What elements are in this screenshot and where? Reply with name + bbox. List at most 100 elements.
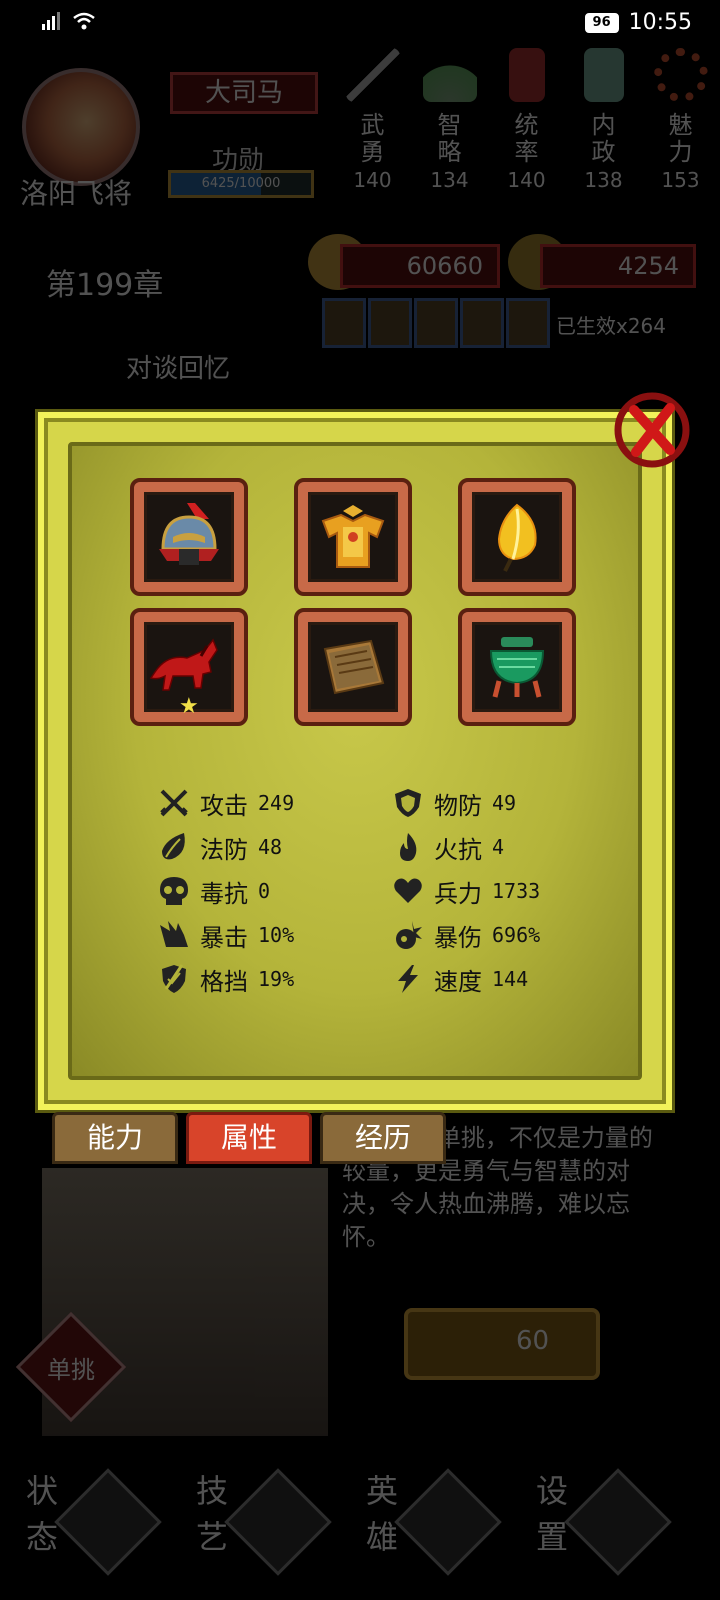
- stat-neizheng[interactable]: 内政 138: [565, 48, 642, 192]
- equip-slot-treasure[interactable]: [458, 608, 576, 726]
- attr-speed: 速度 144: [390, 964, 596, 996]
- attr-value: 1733: [492, 879, 541, 903]
- hero-name: 洛阳飞将: [20, 177, 133, 210]
- jade-cauldron-icon: [489, 637, 545, 698]
- status-bar: 96 10:55: [0, 0, 720, 48]
- attr-crit-dmg: 暴伤 696%: [390, 919, 596, 952]
- top-stats: 武勇 140 智略 134 统率 140 内政 138 魅力 153: [334, 48, 719, 192]
- stat-wuyong[interactable]: 武勇 140: [334, 48, 411, 192]
- building-slot[interactable]: [368, 298, 412, 348]
- burst-icon: [390, 919, 426, 951]
- tab-attributes[interactable]: 属性: [186, 1112, 312, 1164]
- block-shield-icon: [156, 963, 192, 995]
- close-button[interactable]: [600, 384, 700, 474]
- stat-value: 140: [507, 168, 546, 192]
- nav-settings[interactable]: 设置: [510, 1468, 672, 1578]
- stat-meili[interactable]: 魅力 153: [642, 48, 719, 192]
- halberd-icon: [345, 48, 400, 102]
- building-slot[interactable]: [322, 298, 366, 348]
- building-slot[interactable]: [414, 298, 458, 348]
- attr-value: 49: [492, 791, 517, 815]
- nav-skills[interactable]: 技艺: [170, 1468, 332, 1578]
- claw-icon: [156, 919, 192, 951]
- coin-cost-button[interactable]: [404, 1308, 600, 1380]
- chapter-title: 第199章: [46, 268, 164, 303]
- stat-value: 138: [584, 168, 623, 192]
- attr-fire-res: 火抗 4: [390, 832, 596, 864]
- golden-armor-icon: [321, 505, 385, 568]
- command-token-icon: [508, 48, 545, 102]
- stat-zhilue[interactable]: 智略 134: [411, 48, 488, 192]
- attr-value: 696%: [492, 923, 541, 947]
- tab-ability[interactable]: 能力: [52, 1112, 178, 1164]
- equip-slot-book[interactable]: [294, 608, 412, 726]
- stat-value: 140: [353, 168, 392, 192]
- crossed-swords-icon: [156, 787, 192, 819]
- attr-block: 格挡 19%: [156, 963, 390, 996]
- attr-value: 249: [258, 791, 295, 815]
- building-row: [322, 298, 550, 348]
- signal-icon: [42, 12, 60, 30]
- coin-counter: 60660: [340, 244, 500, 288]
- equip-slot-accessory[interactable]: [458, 478, 576, 596]
- equipment-grid: ★: [130, 478, 578, 726]
- seal-icon: [583, 48, 624, 102]
- attr-name: 速度: [434, 967, 482, 996]
- equip-slot-mount[interactable]: ★: [130, 608, 248, 726]
- bottom-nav: 状态 技艺 英雄 设置: [0, 1448, 720, 1588]
- merit-progress-text: 6425/10000: [201, 176, 281, 191]
- stat-value: 153: [661, 168, 700, 192]
- stat-label: 内政: [591, 111, 616, 166]
- attr-name: 攻击: [200, 791, 248, 820]
- stat-label: 魅力: [668, 111, 693, 166]
- book-icon: [323, 639, 385, 695]
- feather-icon: [224, 1468, 332, 1576]
- equip-slot-helmet[interactable]: [130, 478, 248, 596]
- attr-value: 4: [492, 835, 505, 859]
- golden-feather-icon: [497, 503, 537, 572]
- building-slot[interactable]: [506, 298, 550, 348]
- nav-heroes[interactable]: 英雄: [340, 1468, 502, 1578]
- shield-icon: [390, 787, 426, 819]
- attr-name: 法防: [200, 835, 248, 864]
- gear-icon: [564, 1468, 672, 1576]
- attr-value: 0: [258, 879, 271, 903]
- wifi-icon: [73, 12, 95, 30]
- equip-slot-armor[interactable]: [294, 478, 412, 596]
- tab-history[interactable]: 经历: [320, 1112, 446, 1164]
- attribute-list: 攻击 249 物防 49 法防 48 火抗 4 毒抗 0 兵力 1733 暴击 …: [156, 787, 596, 996]
- tab-bar: 能力 属性 经历: [52, 1112, 446, 1164]
- fan-icon: [422, 48, 477, 102]
- duel-label: 单挑: [47, 1356, 95, 1384]
- helmet-icon: [394, 1468, 502, 1576]
- attr-name: 兵力: [434, 879, 482, 908]
- skull-icon: [156, 875, 192, 907]
- stat-value: 134: [430, 168, 469, 192]
- nav-status[interactable]: 状态: [0, 1468, 162, 1578]
- status-icons: [40, 12, 96, 30]
- stat-label: 统率: [514, 111, 539, 166]
- merit-progress-bar: 6425/10000: [168, 170, 314, 198]
- attr-value: 10%: [258, 923, 295, 947]
- red-horse-icon: [149, 638, 218, 691]
- attr-name: 物防: [434, 791, 482, 820]
- heart-icon: [390, 875, 426, 907]
- hero-portrait[interactable]: [22, 68, 140, 186]
- attr-name: 暴击: [200, 923, 248, 952]
- attr-troops: 兵力 1733: [390, 875, 596, 908]
- attr-name: 毒抗: [200, 879, 248, 908]
- nav-label: 设置: [536, 1472, 569, 1556]
- dragon-icon: [54, 1468, 162, 1576]
- leaf-icon: [156, 831, 192, 863]
- close-icon: [614, 392, 690, 468]
- building-slot[interactable]: [460, 298, 504, 348]
- buildings-effective-count: 已生效x264: [556, 314, 667, 338]
- attr-name: 暴伤: [434, 923, 482, 952]
- attr-value: 144: [492, 967, 529, 991]
- stat-label: 智略: [437, 111, 462, 166]
- attr-crit: 暴击 10%: [156, 919, 390, 952]
- beads-icon: [653, 48, 708, 102]
- attr-attack: 攻击 249: [156, 787, 390, 820]
- stat-tongshuai[interactable]: 统率 140: [488, 48, 565, 192]
- attr-name: 格挡: [200, 967, 248, 996]
